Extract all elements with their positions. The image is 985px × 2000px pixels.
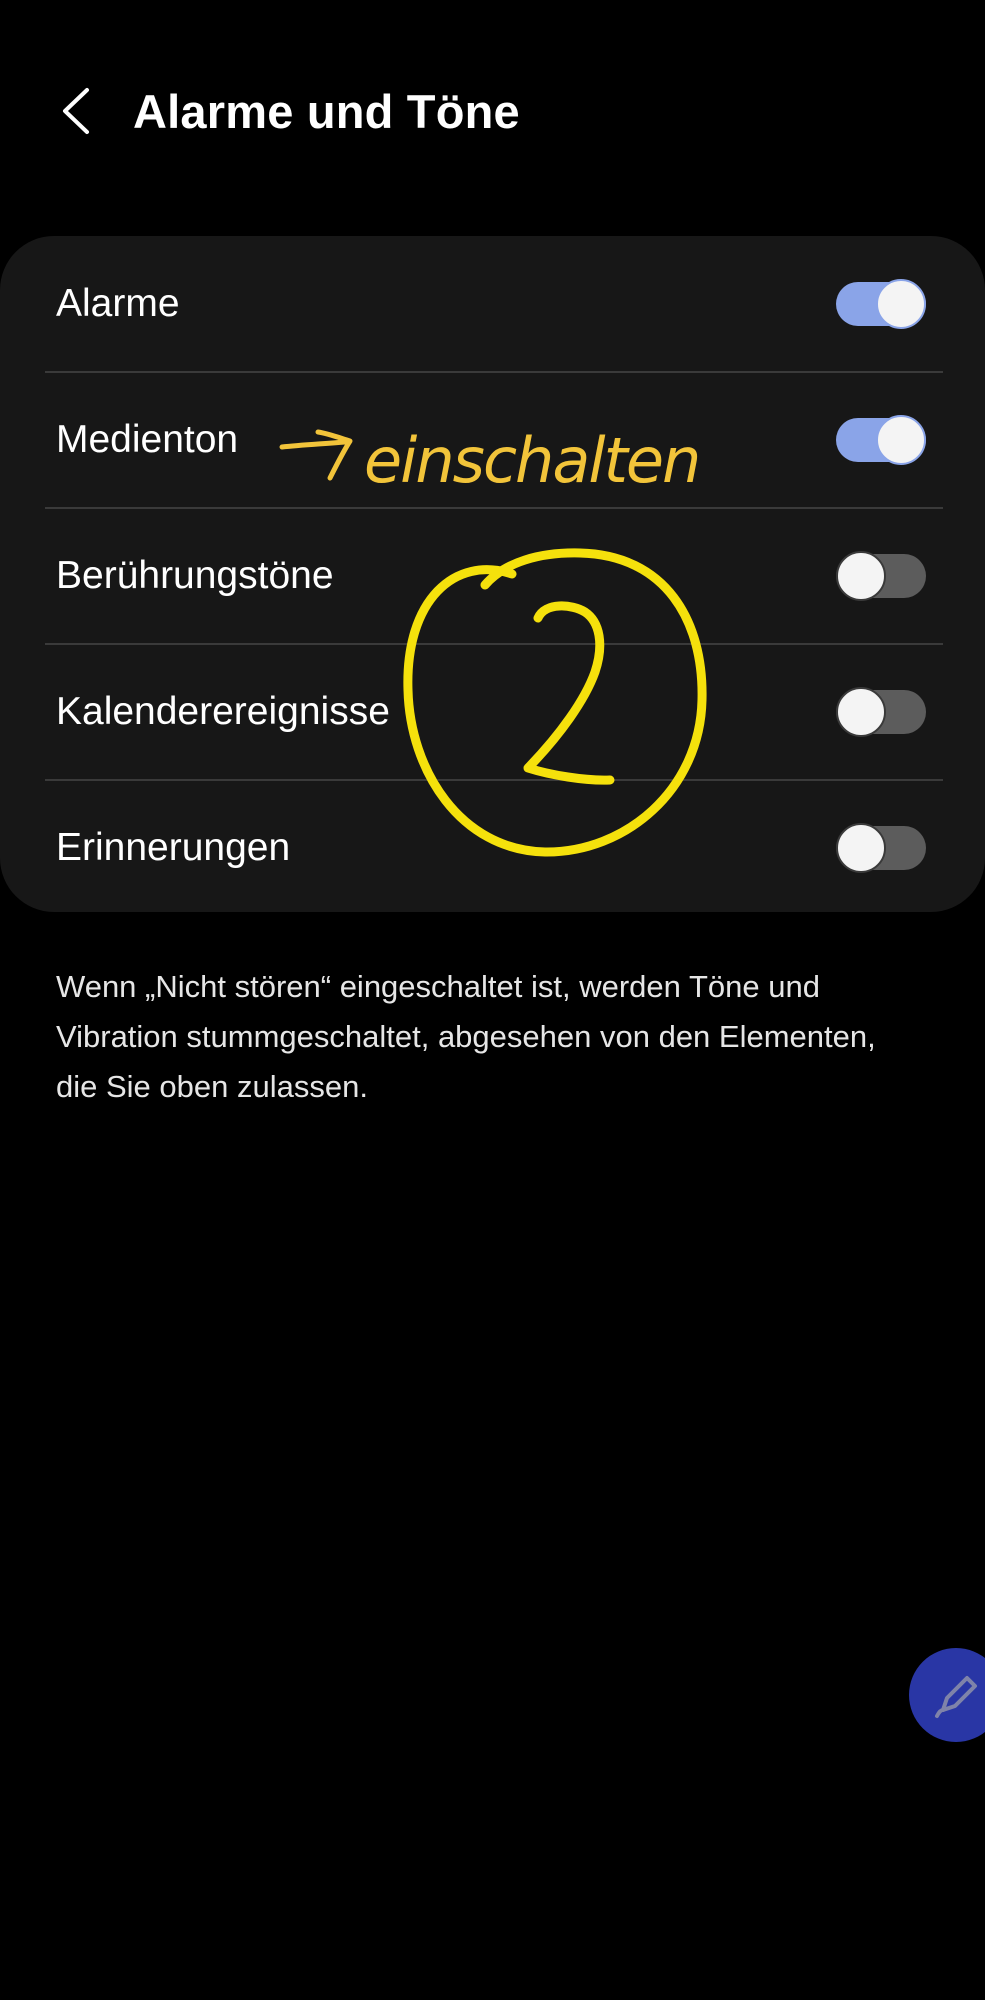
kalenderereignisse-toggle[interactable]	[836, 686, 926, 737]
edit-fab-button[interactable]	[909, 1648, 985, 1742]
setting-label: Alarme	[56, 281, 180, 325]
toggle-knob	[836, 550, 886, 601]
setting-label: Medienton	[56, 417, 239, 461]
erinnerungen-toggle[interactable]	[836, 822, 926, 873]
beruehrungstoene-toggle[interactable]	[836, 550, 926, 601]
setting-row-kalenderereignisse[interactable]: Kalenderereignisse	[0, 644, 985, 779]
back-button[interactable]	[46, 78, 106, 144]
chevron-left-icon	[63, 88, 89, 134]
settings-card: Alarme Medienton Berührungstöne Kalender…	[0, 236, 985, 912]
app-header: Alarme und Töne	[0, 0, 985, 225]
medienton-toggle[interactable]	[836, 414, 926, 465]
pen-edit-icon	[935, 1676, 977, 1718]
setting-label: Berührungstöne	[56, 553, 334, 597]
toggle-knob	[876, 278, 926, 329]
setting-label: Kalenderereignisse	[56, 689, 390, 733]
toggle-knob	[876, 414, 926, 465]
toggle-knob	[836, 822, 886, 873]
alarme-toggle[interactable]	[836, 278, 926, 329]
page-title: Alarme und Töne	[133, 85, 520, 138]
toggle-knob	[836, 686, 886, 737]
setting-row-alarme[interactable]: Alarme	[0, 236, 985, 371]
setting-row-medienton[interactable]: Medienton	[0, 372, 985, 507]
dnd-description: Wenn „Nicht stören“ eingeschaltet ist, w…	[56, 969, 876, 1104]
setting-row-erinnerungen[interactable]: Erinnerungen	[0, 780, 985, 915]
setting-row-beruehrungstoene[interactable]: Berührungstöne	[0, 508, 985, 643]
setting-label: Erinnerungen	[56, 825, 291, 869]
